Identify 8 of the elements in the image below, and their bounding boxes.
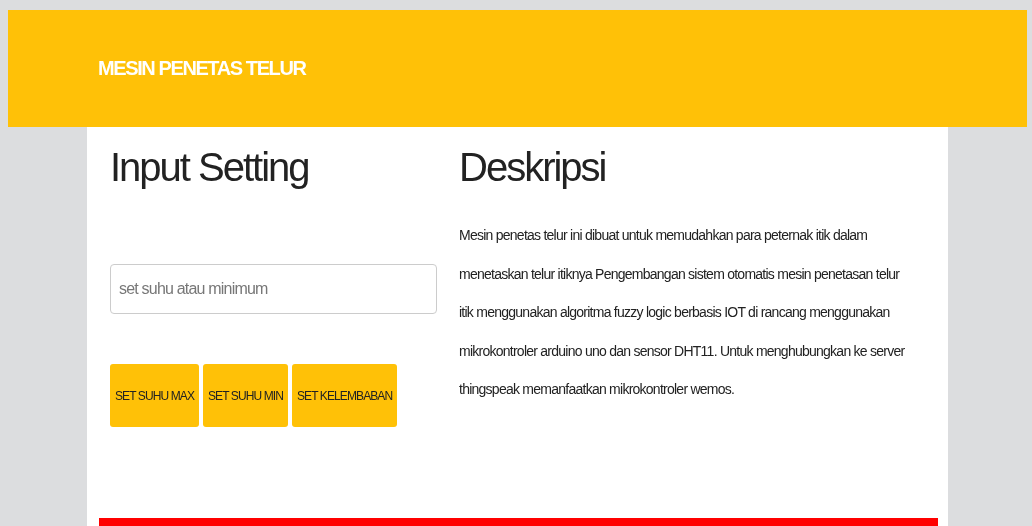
description-text: Mesin penetas telur ini dibuat untuk memudahkan para peternak itik dalam menetaskan telur itiknya Pengembangan sistem otomatis mesin penetasan telur itik menggunakan algoritma fuzzy logic berbasis IOT di rancang menggunakan mikrokontroler arduino uno dan sensor DHT11. Untuk menghubungkan ke server thingspeak memanfaatkan mikrokontroler wemos. <box>459 226 906 399</box>
site-title: MESIN PENETAS TELUR <box>98 57 306 80</box>
set-button[interactable]: SET SUHU MAX <box>110 364 199 427</box>
section-heading: Deskripsi <box>459 145 607 190</box>
input-field[interactable]: set suhu atau minimum <box>110 264 437 314</box>
set-button[interactable]: SET SUHU MIN <box>203 364 288 427</box>
section-heading: Input Setting <box>110 145 310 190</box>
set-button[interactable]: SET KELEMBABAN <box>292 364 398 427</box>
